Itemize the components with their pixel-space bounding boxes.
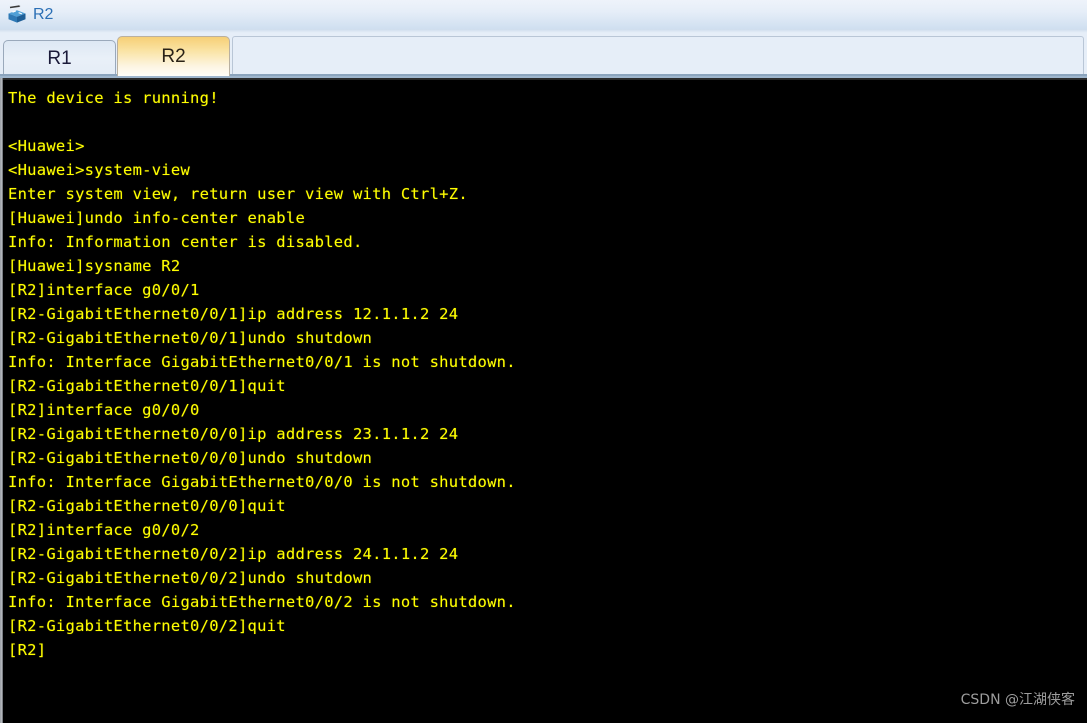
tab-r1[interactable]: R1 (3, 40, 116, 76)
terminal-panel[interactable]: The device is running! <Huawei> <Huawei>… (0, 78, 1087, 723)
router-icon (6, 4, 28, 26)
device-tabbar: R1 R2 (0, 29, 1087, 78)
window-titlebar: R2 (0, 0, 1087, 29)
tab-r1-label: R1 (47, 47, 72, 69)
console-output: The device is running! <Huawei> <Huawei>… (8, 89, 516, 659)
tabbar-empty-area (232, 36, 1084, 74)
tab-list: R1 R2 (3, 35, 231, 76)
window-title: R2 (33, 5, 54, 23)
router-console-window: R2 R1 R2 The device is running! <Huawei>… (0, 0, 1087, 723)
tab-r2-label: R2 (161, 45, 186, 67)
terminal-viewport[interactable]: The device is running! <Huawei> <Huawei>… (3, 80, 1087, 723)
tab-r2[interactable]: R2 (117, 36, 230, 76)
